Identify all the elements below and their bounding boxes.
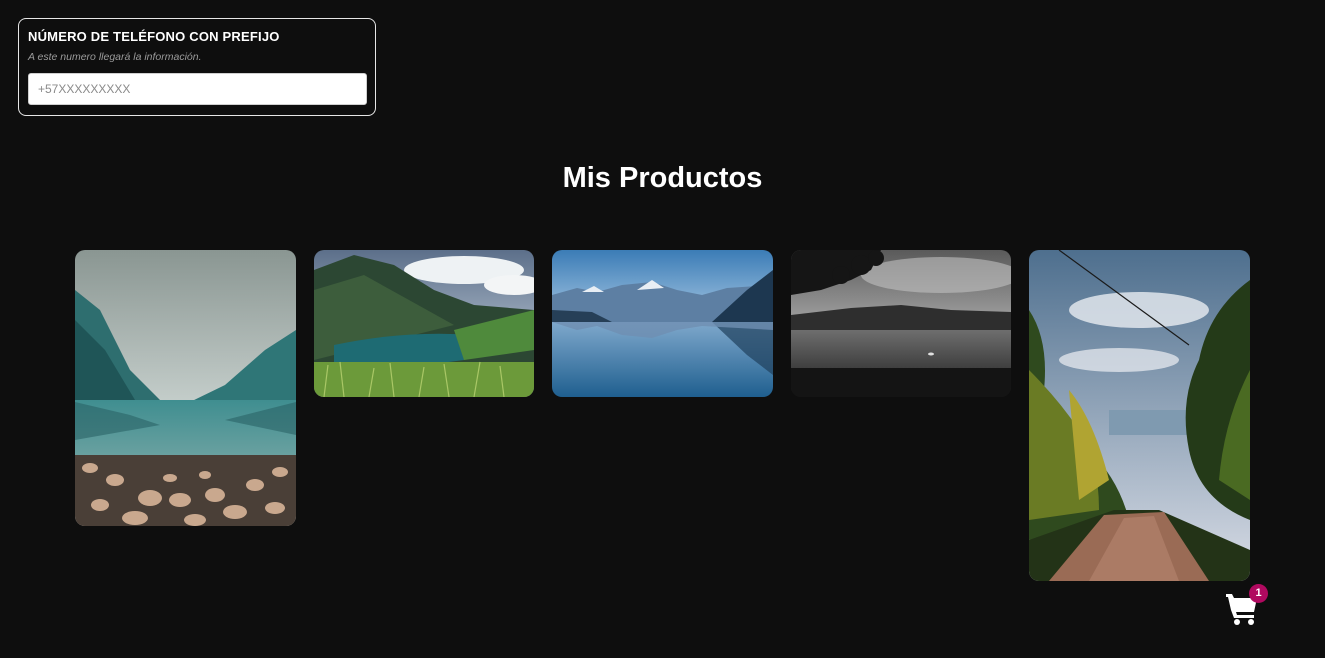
product-image	[1029, 250, 1250, 581]
product-card-1[interactable]	[75, 250, 296, 526]
cart-count-badge: 1	[1249, 584, 1268, 603]
product-card-4[interactable]	[791, 250, 1011, 397]
product-image	[314, 250, 534, 397]
product-card-5[interactable]	[1029, 250, 1250, 581]
product-image	[75, 250, 296, 526]
page: NÚMERO DE TELÉFONO CON PREFIJO A este nu…	[0, 0, 1325, 658]
phone-field-help-text: A este numero llegará la información.	[28, 51, 202, 63]
phone-form-card: NÚMERO DE TELÉFONO CON PREFIJO A este nu…	[18, 18, 376, 116]
product-card-3[interactable]	[552, 250, 773, 397]
section-title: Mis Productos	[562, 162, 763, 194]
product-image	[791, 250, 1011, 397]
phone-number-input[interactable]	[28, 73, 367, 105]
product-card-2[interactable]	[314, 250, 534, 397]
product-image	[552, 250, 773, 397]
phone-field-label: NÚMERO DE TELÉFONO CON PREFIJO	[28, 29, 280, 44]
